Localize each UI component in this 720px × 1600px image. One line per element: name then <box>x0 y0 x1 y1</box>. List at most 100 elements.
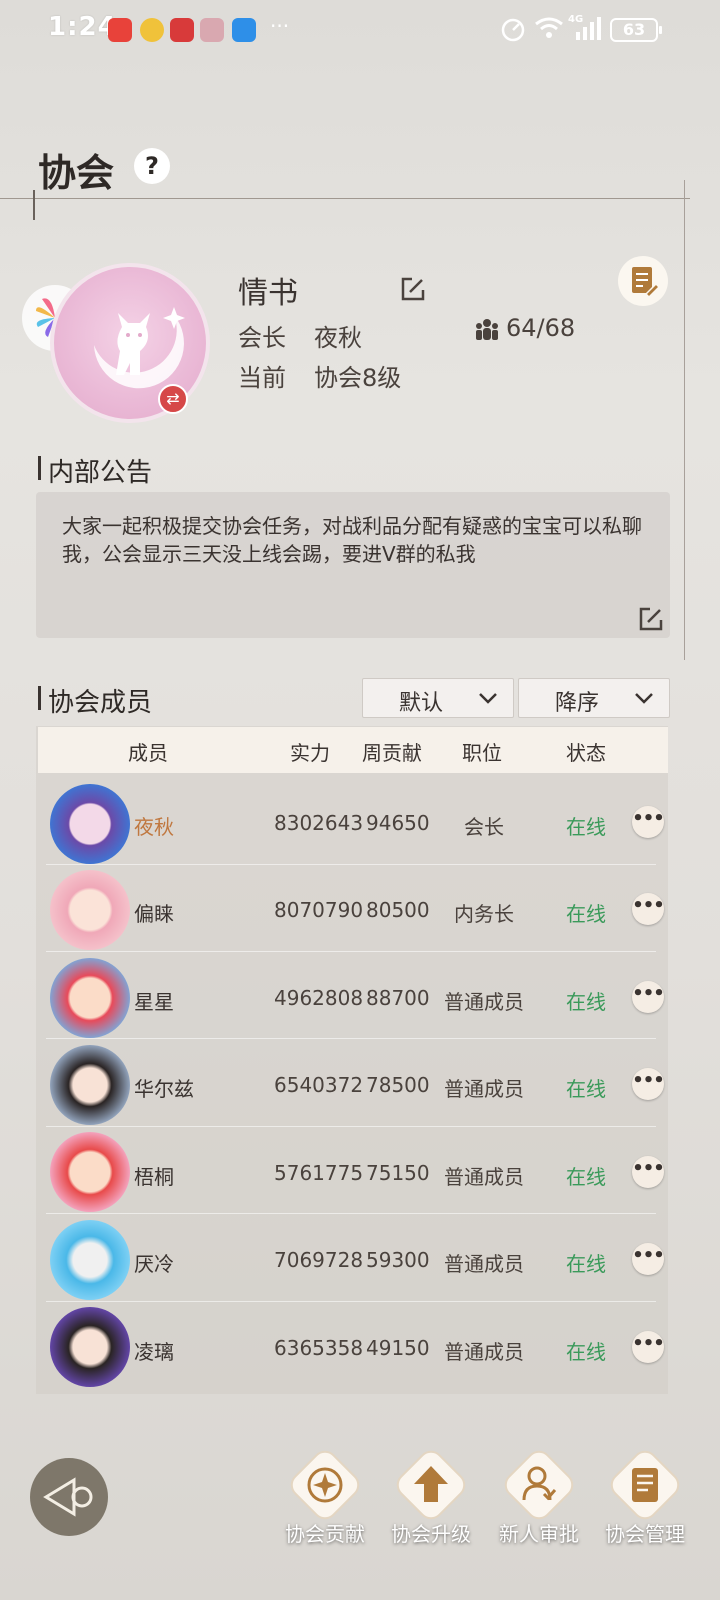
approval-label: 新人审批 <box>499 1522 579 1546</box>
swap-emblem-icon[interactable]: ⇄ <box>158 384 188 414</box>
member-power: 8302643 <box>274 811 364 835</box>
member-role: 普通成员 <box>444 1340 524 1364</box>
section-marker <box>38 686 41 710</box>
notes-button[interactable] <box>618 256 668 306</box>
wifi-icon <box>535 17 563 38</box>
member-role: 普通成员 <box>444 1077 524 1101</box>
page-title: 协会 <box>38 151 115 195</box>
member-avatar[interactable] <box>50 1307 130 1387</box>
member-status: 在线 <box>566 815 606 839</box>
member-weekly: 80500 <box>366 898 430 922</box>
contribution-icon <box>290 1450 360 1520</box>
more-options-icon[interactable]: ••• <box>632 981 665 1013</box>
shopping-app-icon <box>108 18 132 42</box>
more-options-icon[interactable]: ••• <box>632 893 665 925</box>
member-power: 5761775 <box>274 1161 364 1185</box>
member-status: 在线 <box>566 902 606 926</box>
back-arrow-icon <box>43 1477 93 1517</box>
member-weekly: 75150 <box>366 1161 430 1185</box>
battery-indicator: 63 <box>610 18 662 42</box>
member-status: 在线 <box>566 1077 606 1101</box>
member-name: 星星 <box>134 990 174 1014</box>
member-avatar[interactable] <box>50 870 130 950</box>
row-divider <box>46 951 656 952</box>
guild-level: 协会8级 <box>314 364 402 392</box>
member-weekly: 49150 <box>366 1336 430 1360</box>
more-notifications-icon: ··· <box>270 14 290 38</box>
status-time: 1:24 <box>48 12 117 42</box>
weibo-icon <box>140 18 164 42</box>
management-book-icon <box>610 1450 680 1520</box>
member-name: 偏睐 <box>134 902 174 926</box>
edit-name-icon[interactable] <box>400 276 426 302</box>
leader-name: 夜秋 <box>314 324 362 352</box>
member-avatar[interactable] <box>50 1132 130 1212</box>
section-marker <box>38 456 41 480</box>
member-weekly: 59300 <box>366 1248 430 1272</box>
chevron-down-icon <box>479 693 497 704</box>
status-bar: 1:24 ··· 4G 63 <box>0 0 720 62</box>
header-divider <box>0 198 690 199</box>
management-label: 协会管理 <box>605 1522 685 1546</box>
member-status: 在线 <box>566 1252 606 1276</box>
column-header-role: 职位 <box>462 741 502 765</box>
approval-button[interactable] <box>502 1448 576 1522</box>
member-name: 梧桐 <box>134 1165 174 1189</box>
data-speed-icon <box>501 18 525 42</box>
row-divider <box>46 1038 656 1039</box>
upgrade-arrow-icon <box>396 1450 466 1520</box>
back-button[interactable] <box>30 1458 108 1536</box>
member-avatar[interactable] <box>50 1220 130 1300</box>
announcement-text: 大家一起积极提交协会任务，对战利品分配有疑惑的宝宝可以私聊我，公会显示三天没上线… <box>62 514 642 566</box>
more-options-icon[interactable]: ••• <box>632 1068 665 1100</box>
members-icon <box>476 319 498 340</box>
member-weekly: 78500 <box>366 1073 430 1097</box>
member-role: 内务长 <box>454 902 514 926</box>
member-power: 4962808 <box>274 986 364 1010</box>
member-status: 在线 <box>566 1340 606 1364</box>
member-avatar[interactable] <box>50 1045 130 1125</box>
contribution-button[interactable] <box>288 1448 362 1522</box>
member-role: 普通成员 <box>444 1165 524 1189</box>
column-header-power: 实力 <box>290 741 330 765</box>
leader-label: 会长 <box>238 324 286 352</box>
row-divider <box>46 1213 656 1214</box>
members-count: 64/68 <box>506 314 576 342</box>
edit-announcement-icon[interactable] <box>638 606 664 632</box>
column-header-weekly: 周贡献 <box>362 741 422 765</box>
member-power: 6540372 <box>274 1073 364 1097</box>
approval-person-icon <box>504 1450 574 1520</box>
level-label: 当前 <box>238 364 286 392</box>
member-avatar[interactable] <box>50 958 130 1038</box>
column-header-status: 状态 <box>566 741 606 765</box>
more-options-icon[interactable]: ••• <box>632 806 665 838</box>
more-options-icon[interactable]: ••• <box>632 1243 665 1275</box>
header-divider-tick <box>33 190 35 220</box>
row-divider <box>46 864 656 865</box>
upgrade-label: 协会升级 <box>391 1522 471 1546</box>
member-power: 7069728 <box>274 1248 364 1272</box>
member-role: 会长 <box>464 815 504 839</box>
member-name: 夜秋 <box>134 815 174 839</box>
notes-edit-icon <box>632 267 661 299</box>
sort-order-dropdown[interactable]: 降序 <box>518 678 670 718</box>
member-role: 普通成员 <box>444 990 524 1014</box>
signal-icon <box>576 17 601 40</box>
row-divider <box>46 1301 656 1302</box>
cloud-app-icon <box>232 18 256 42</box>
member-power: 8070790 <box>274 898 364 922</box>
more-options-icon[interactable]: ••• <box>632 1156 665 1188</box>
management-button[interactable] <box>608 1448 682 1522</box>
member-name: 华尔兹 <box>134 1077 194 1101</box>
member-avatar[interactable] <box>50 784 130 864</box>
game-app-icon <box>200 18 224 42</box>
help-button[interactable]: ? <box>134 148 170 184</box>
member-power: 6365358 <box>274 1336 364 1360</box>
member-weekly: 94650 <box>366 811 430 835</box>
upgrade-button[interactable] <box>394 1448 468 1522</box>
book-app-icon <box>170 18 194 42</box>
member-status: 在线 <box>566 990 606 1014</box>
more-options-icon[interactable]: ••• <box>632 1331 665 1363</box>
sort-field-dropdown[interactable]: 默认 <box>362 678 514 718</box>
member-weekly: 88700 <box>366 986 430 1010</box>
